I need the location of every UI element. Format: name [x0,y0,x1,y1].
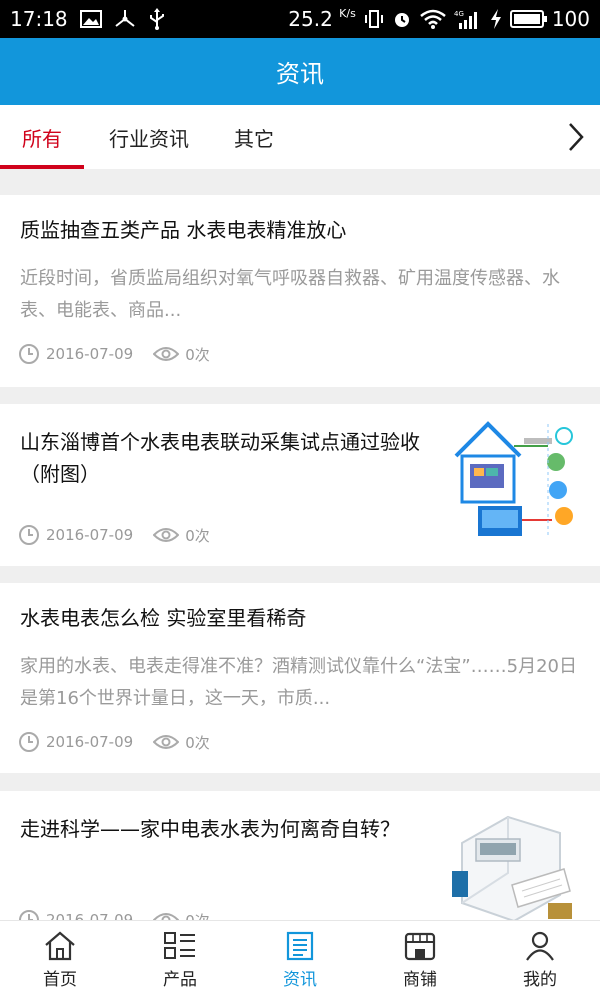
alarm-icon [392,9,412,29]
article-title: 质监抽查五类产品 水表电表精准放心 [20,218,347,242]
tab-industry-news[interactable]: 行业资讯 [84,105,214,169]
nav-products[interactable]: 产品 [120,921,240,1000]
clock-icon [19,525,39,545]
home-icon [45,931,75,961]
eye-icon [153,528,180,542]
signal-icon: 4G [454,9,482,29]
tab-all[interactable]: 所有 [0,105,84,169]
tab-other[interactable]: 其它 [214,105,294,169]
page-title-bar: 资讯 [0,38,600,105]
article-date: 2016-07-09 [46,733,134,751]
article-meta: 2016-07-09 0次 [18,524,210,546]
share-icon [114,9,136,29]
eye-icon [153,735,180,749]
clock-icon [19,344,39,364]
news-icon [286,931,314,961]
usb-icon [148,8,166,30]
article-views: 0次 [185,733,210,752]
article-card[interactable]: 山东淄博首个水表电表联动采集试点通过验收（附图） 2016-07-09 0次 [0,404,600,566]
article-summary: 家用的水表、电表走得准不准？酒精测试仪靠什么“法宝”……5月20日是第16个世界… [20,656,578,709]
bottom-navigation: 首页 产品 资讯 商铺 我的 [0,920,600,1000]
nav-label: 产品 [163,970,197,990]
article-card[interactable]: 质监抽查五类产品 水表电表精准放心 近段时间，省质监局组织对氧气呼吸器自救器、矿… [0,195,600,387]
nav-news[interactable]: 资讯 [240,921,360,1000]
nav-label: 资讯 [283,970,317,990]
product-grid-icon [164,932,195,959]
category-tabs: 所有 行业资讯 其它 [0,105,600,169]
article-card[interactable]: 走进科学——家中电表水表为何离奇自转？ 2016-07-09 0次 [0,791,600,921]
status-time: 17:18 [10,7,68,31]
nav-store[interactable]: 商铺 [360,921,480,1000]
article-thumbnail [448,803,580,921]
svg-text:4G: 4G [454,10,464,18]
status-bar: 17:18 25.2 K/s 4G 100 [0,0,600,38]
network-speed: 25.2 K/s [288,7,356,31]
article-meta: 2016-07-09 0次 [18,343,210,365]
article-date: 2016-07-09 [46,526,134,544]
article-views: 0次 [185,526,210,545]
charging-icon [490,9,502,29]
page-title: 资讯 [276,60,324,88]
battery-level: 100 [551,7,590,31]
wifi-icon [420,9,446,29]
article-thumbnail [448,416,580,546]
nav-home[interactable]: 首页 [0,921,120,1000]
user-icon [526,931,554,961]
vibrate-icon [364,9,384,29]
battery-icon [509,10,547,28]
store-icon [404,932,436,961]
article-card[interactable]: 水表电表怎么检 实验室里看稀奇 家用的水表、电表走得准不准？酒精测试仪靠什么“法… [0,583,600,773]
image-icon [79,10,102,28]
article-title: 水表电表怎么检 实验室里看稀奇 [20,606,307,630]
nav-profile[interactable]: 我的 [480,921,600,1000]
article-meta: 2016-07-09 0次 [18,731,210,753]
article-title: 山东淄博首个水表电表联动采集试点通过验收（附图） [20,430,420,486]
article-date: 2016-07-09 [46,345,134,363]
nav-label: 我的 [523,970,557,990]
nav-label: 首页 [43,970,77,990]
article-summary: 近段时间，省质监局组织对氧气呼吸器自救器、矿用温度传感器、水表、电能表、商品..… [20,268,560,321]
article-title: 走进科学——家中电表水表为何离奇自转？ [20,817,400,841]
eye-icon [153,347,180,361]
nav-label: 商铺 [403,970,437,990]
chevron-right-icon[interactable] [560,117,592,157]
clock-icon [19,732,39,752]
article-views: 0次 [185,345,210,364]
